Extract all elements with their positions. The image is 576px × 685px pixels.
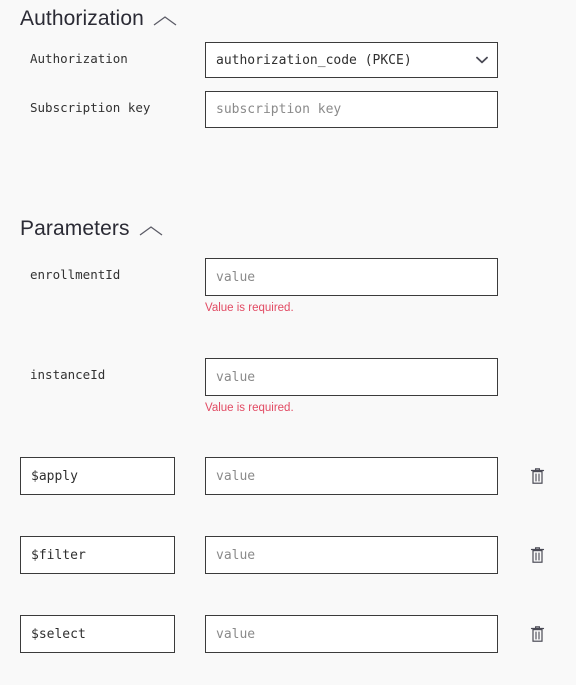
label-enrollmentid: enrollmentId	[30, 267, 121, 282]
custom-param-value-input[interactable]: value	[205, 615, 498, 653]
section-header-parameters[interactable]: Parameters	[20, 218, 164, 239]
custom-param-name-input[interactable]: $filter	[20, 536, 175, 574]
label-subscription-key: Subscription key	[30, 100, 151, 115]
chevron-up-icon[interactable]	[152, 9, 178, 28]
subscription-key-input[interactable]: subscription key	[205, 91, 498, 128]
error-instanceid: Value is required.	[205, 402, 294, 414]
custom-param-name-input[interactable]: $apply	[20, 457, 175, 495]
custom-param-value-input[interactable]: value	[205, 457, 498, 495]
section-header-authorization[interactable]: Authorization	[20, 8, 178, 29]
trash-icon[interactable]	[526, 544, 548, 566]
api-request-form: Authorization Authorization authorizatio…	[0, 0, 576, 685]
enrollmentid-input[interactable]: value	[205, 258, 498, 296]
authorization-select-value: authorization_code (PKCE)	[216, 52, 412, 68]
trash-icon[interactable]	[526, 623, 548, 645]
error-enrollmentid: Value is required.	[205, 302, 294, 314]
instanceid-input[interactable]: value	[205, 358, 498, 396]
section-title-parameters: Parameters	[20, 217, 130, 240]
custom-param-value-input[interactable]: value	[205, 536, 498, 574]
authorization-select[interactable]: authorization_code (PKCE)	[205, 42, 498, 78]
label-authorization: Authorization	[30, 51, 128, 66]
custom-param-name-input[interactable]: $select	[20, 615, 175, 653]
section-title-authorization: Authorization	[20, 7, 144, 30]
label-instanceid: instanceId	[30, 367, 106, 382]
trash-icon[interactable]	[526, 465, 548, 487]
chevron-up-icon[interactable]	[138, 219, 164, 238]
